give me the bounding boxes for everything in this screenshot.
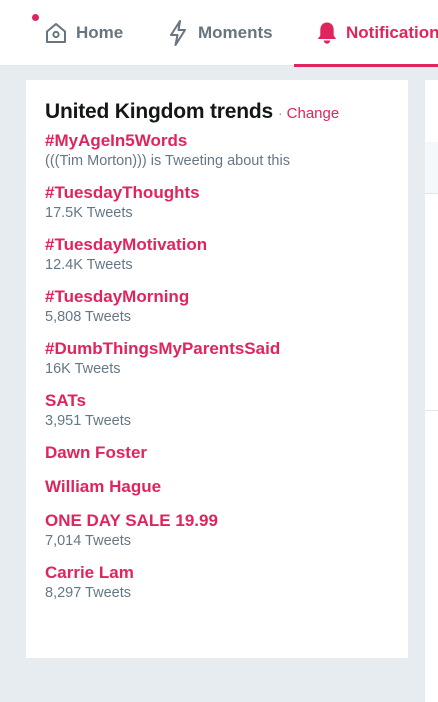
nav-home[interactable]: Home xyxy=(44,0,123,66)
trends-title: United Kingdom trends xyxy=(45,100,273,123)
trend-name[interactable]: #MyAgeIn5Words xyxy=(45,131,390,151)
trend-item[interactable]: William Hague xyxy=(45,477,390,497)
notification-dot xyxy=(32,14,39,21)
trend-item[interactable]: #MyAgeIn5Words (((Tim Morton))) is Tweet… xyxy=(45,131,390,171)
lightning-icon xyxy=(168,20,188,46)
trend-tweet-count: 5,808 Tweets xyxy=(45,309,131,325)
trend-item[interactable]: Carrie Lam 8,297 Tweets xyxy=(45,563,390,603)
trend-item[interactable]: ONE DAY SALE 19.99 7,014 Tweets xyxy=(45,511,390,551)
trend-name[interactable]: #TuesdayMorning xyxy=(45,287,390,307)
trend-item[interactable]: #DumbThingsMyParentsSaid 16K Tweets xyxy=(45,339,390,379)
trend-item[interactable]: #TuesdayMotivation 12.4K Tweets xyxy=(45,235,390,275)
trend-name[interactable]: SATs xyxy=(45,391,390,411)
main-timeline-edge xyxy=(424,80,438,702)
trend-tweet-count: 3,951 Tweets xyxy=(45,413,131,429)
top-navigation-bar: Home Moments Notifications xyxy=(0,0,438,67)
trend-item[interactable]: Dawn Foster xyxy=(45,443,390,463)
change-location-link[interactable]: Change xyxy=(287,105,340,122)
nav-notifications[interactable]: Notifications xyxy=(294,0,438,67)
trend-name[interactable]: #TuesdayMotivation xyxy=(45,235,390,255)
trend-list: #MyAgeIn5Words (((Tim Morton))) is Tweet… xyxy=(45,131,390,603)
trend-context: (((Tim Morton))) is Tweeting about this xyxy=(45,153,290,169)
trend-item[interactable]: #TuesdayThoughts 17.5K Tweets xyxy=(45,183,390,223)
nav-home-label: Home xyxy=(76,23,124,42)
trend-tweet-count: 8,297 Tweets xyxy=(45,585,131,601)
nav-moments-label: Moments xyxy=(198,23,273,42)
nav-notifications-label: Notifications xyxy=(346,23,438,42)
trends-header: United Kingdom trends · Change xyxy=(45,100,390,124)
trend-tweet-count: 12.4K Tweets xyxy=(45,257,133,273)
trend-name[interactable]: Carrie Lam xyxy=(45,563,390,583)
trend-tweet-count: 16K Tweets xyxy=(45,361,121,377)
trend-name[interactable]: #TuesdayThoughts xyxy=(45,183,390,203)
trend-name[interactable]: William Hague xyxy=(45,477,390,497)
trend-item[interactable]: SATs 3,951 Tweets xyxy=(45,391,390,431)
trends-panel: United Kingdom trends · Change #MyAgeIn5… xyxy=(26,80,408,658)
divider xyxy=(425,410,438,411)
bell-icon xyxy=(316,21,338,45)
trend-tweet-count: 17.5K Tweets xyxy=(45,205,133,221)
trend-name[interactable]: ONE DAY SALE 19.99 xyxy=(45,511,390,531)
divider xyxy=(425,193,438,194)
header-separator: · xyxy=(277,105,283,121)
nav-moments[interactable]: Moments xyxy=(168,0,273,66)
compose-area-edge xyxy=(425,142,438,193)
trend-name[interactable]: #DumbThingsMyParentsSaid xyxy=(45,339,390,359)
trend-item[interactable]: #TuesdayMorning 5,808 Tweets xyxy=(45,287,390,327)
trend-name[interactable]: Dawn Foster xyxy=(45,443,390,463)
home-icon xyxy=(44,21,68,45)
trend-tweet-count: 7,014 Tweets xyxy=(45,533,131,549)
